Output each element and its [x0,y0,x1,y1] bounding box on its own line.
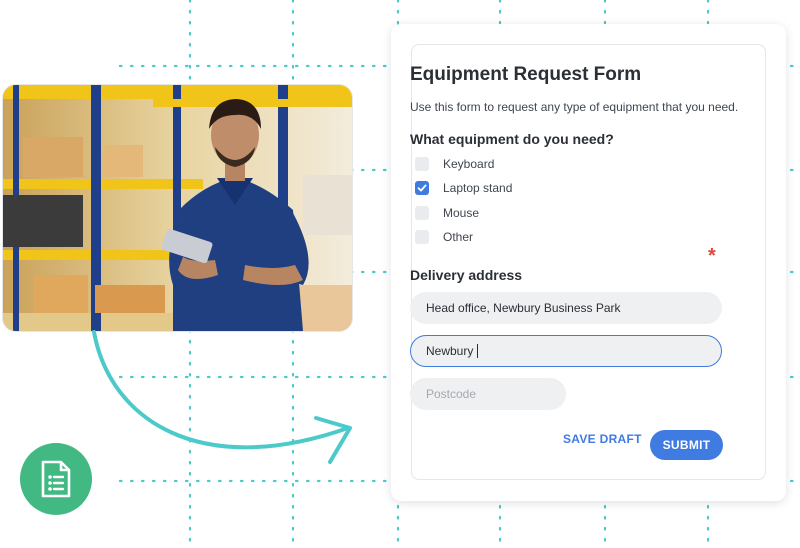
option-label: Other [443,230,474,244]
required-asterisk: * [708,245,716,267]
postcode-placeholder: Postcode [426,387,477,401]
checkmark-icon [417,184,427,192]
option-laptop-stand[interactable]: Laptop stand [415,180,512,196]
mouse-checkbox[interactable] [415,206,429,220]
text-caret [477,344,479,358]
submit-button[interactable]: SUBMIT [650,430,723,460]
warehouse-worker-photo [2,84,353,332]
option-label: Laptop stand [443,181,513,195]
address-line-value: Head office, Newbury Business Park [426,301,621,315]
save-draft-button[interactable]: SAVE DRAFT [563,432,642,446]
form-description: Use this form to request any type of equ… [410,100,739,114]
city-value: Newbury [426,344,474,358]
option-other[interactable]: Other [415,229,473,245]
delivery-address-label: Delivery address [410,267,523,283]
document-list-icon [20,443,92,515]
equipment-request-form-card: Equipment Request Form Use this form to … [391,24,786,501]
city-input[interactable]: Newbury [410,335,722,367]
postcode-input[interactable]: Postcode [410,378,566,410]
address-line-input[interactable]: Head office, Newbury Business Park [410,292,722,324]
keyboard-checkbox[interactable] [415,157,429,171]
other-checkbox[interactable] [415,230,429,244]
option-label: Keyboard [443,157,495,171]
option-mouse[interactable]: Mouse [415,205,479,221]
option-keyboard[interactable]: Keyboard [415,156,494,172]
equipment-question-label: What equipment do you need? [410,131,614,147]
form-title: Equipment Request Form [410,64,642,85]
laptop-stand-checkbox[interactable] [415,181,429,195]
option-label: Mouse [443,206,480,220]
